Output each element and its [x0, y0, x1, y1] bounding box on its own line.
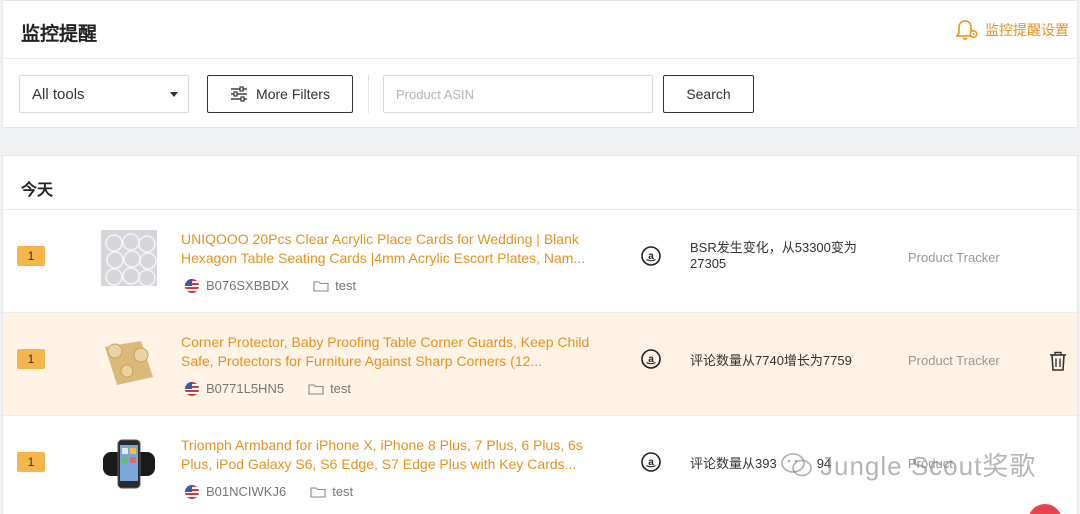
- alert-settings-link[interactable]: 监控提醒设置: [955, 19, 1069, 41]
- change-description: BSR发生变化，从53300变为27305: [690, 240, 857, 271]
- folder-label: test: [335, 278, 357, 293]
- change-description: 评论数量从393 94: [690, 456, 880, 472]
- asin-search-input[interactable]: [383, 75, 653, 113]
- divider: [368, 75, 369, 113]
- asin-label: B076SXBBDX: [206, 278, 290, 293]
- product-title-link[interactable]: Corner Protector, Baby Proofing Table Co…: [181, 333, 617, 371]
- product-thumbnail[interactable]: [101, 230, 157, 286]
- count-badge: 1: [17, 452, 45, 472]
- alert-settings-label: 监控提醒设置: [985, 22, 1069, 38]
- tool-name: Product Tracker: [908, 353, 1000, 368]
- sliders-icon: [231, 86, 248, 102]
- us-flag-icon: [185, 381, 199, 396]
- tool-name: Product Tracker: [908, 250, 1000, 265]
- caret-down-icon: [170, 92, 178, 97]
- more-filters-button[interactable]: More Filters: [207, 75, 353, 113]
- asin-label: B0771L5HN5: [206, 381, 285, 396]
- folder-label: test: [330, 381, 352, 396]
- folder-label: test: [332, 484, 354, 499]
- product-meta: B01NCIWKJ6 test: [185, 484, 353, 499]
- bell-gear-icon: [955, 20, 978, 40]
- folder-icon: [313, 280, 329, 292]
- trash-icon[interactable]: [1049, 351, 1067, 371]
- product-thumbnail[interactable]: [101, 436, 157, 492]
- tool-name: Product: [908, 456, 953, 471]
- asin-label: B01NCIWKJ6: [206, 484, 287, 499]
- amazon-icon: a: [641, 452, 661, 472]
- amazon-icon: a: [641, 349, 661, 369]
- amazon-icon: a: [641, 246, 661, 266]
- us-flag-icon: [185, 484, 199, 499]
- alert-row[interactable]: 1 Corner Protector, Baby Proofing Table …: [3, 313, 1077, 416]
- product-meta: B076SXBBDX test: [185, 278, 356, 293]
- section-title-today: 今天: [21, 182, 54, 199]
- count-badge: 1: [17, 349, 45, 369]
- folder-icon: [308, 383, 324, 395]
- product-meta: B0771L5HN5 test: [185, 381, 351, 396]
- alert-list-panel: 今天 1 UNIQOOO 20Pcs Clear Acrylic Place C…: [2, 155, 1078, 514]
- divider: [3, 58, 1077, 59]
- page-title: 监控提醒: [21, 24, 98, 45]
- folder-icon: [310, 486, 326, 498]
- tool-select-value: All tools: [32, 85, 85, 103]
- search-button[interactable]: Search: [663, 75, 754, 113]
- count-badge: 1: [17, 246, 45, 266]
- product-thumbnail[interactable]: [101, 333, 157, 389]
- change-description-tail: 94: [816, 456, 832, 471]
- top-panel: 监控提醒 监控提醒设置 All tools More Filters Searc…: [2, 0, 1078, 128]
- tool-select[interactable]: All tools: [19, 75, 189, 113]
- us-flag-icon: [185, 278, 199, 293]
- product-title-link[interactable]: Triomph Armband for iPhone X, iPhone 8 P…: [181, 436, 617, 474]
- more-filters-label: More Filters: [256, 86, 330, 102]
- change-description: 评论数量从7740增长为7759: [690, 353, 852, 368]
- alert-row[interactable]: 1 UNIQOOO 20Pcs Clear Acrylic Place Card…: [3, 210, 1077, 313]
- alert-row[interactable]: 1 Triomph Armband for iPhone X, iPhone 8…: [3, 416, 1077, 514]
- product-title-link[interactable]: UNIQOOO 20Pcs Clear Acrylic Place Cards …: [181, 230, 617, 268]
- change-description-head: 评论数量从393: [690, 456, 777, 471]
